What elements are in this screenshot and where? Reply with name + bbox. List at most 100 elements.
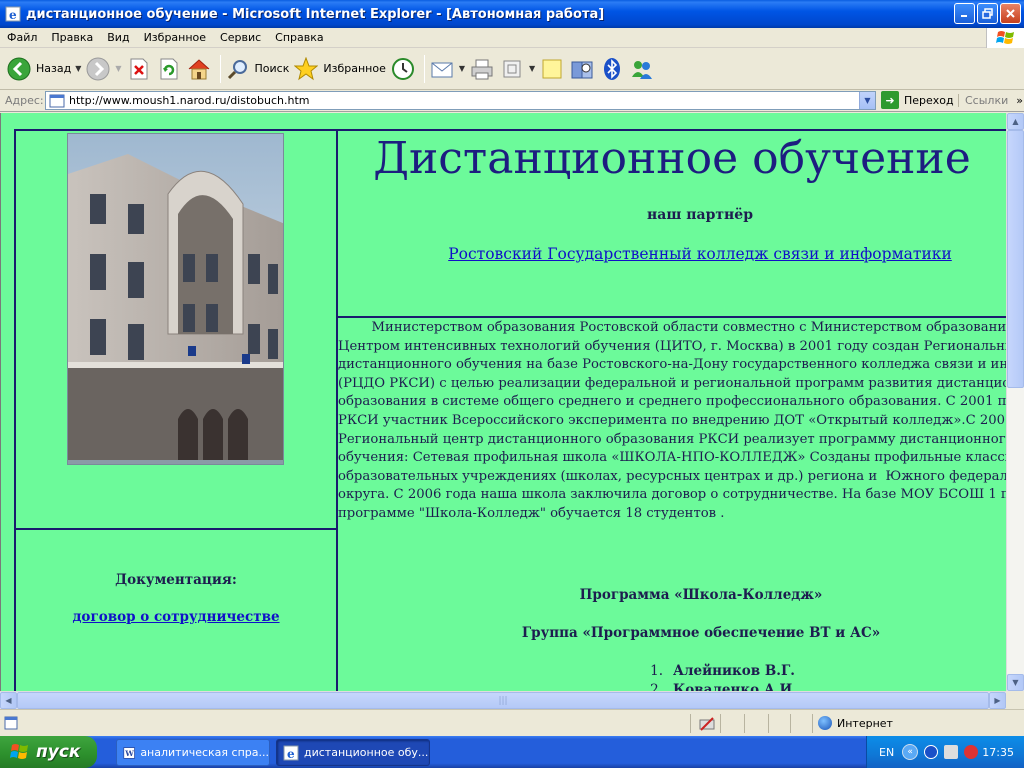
menu-tools[interactable]: Сервис xyxy=(213,31,268,44)
back-button[interactable]: Назад ▼ xyxy=(6,51,81,87)
refresh-button[interactable] xyxy=(156,51,182,87)
messenger-icon xyxy=(632,60,653,79)
menu-view[interactable]: Вид xyxy=(100,31,136,44)
body-line: (РЦДО РКСИ) с целью реализации федеральн… xyxy=(338,375,1006,391)
home-icon xyxy=(188,58,209,79)
go-button[interactable]: ➜ Переход xyxy=(881,91,954,109)
status-divider xyxy=(720,714,721,733)
body-line: округа. С 2006 года наша школа заключила… xyxy=(338,487,1006,503)
scroll-left-button[interactable]: ◀ xyxy=(0,692,17,709)
zone-label: Интернет xyxy=(837,716,893,730)
print-button[interactable] xyxy=(469,51,495,87)
favorites-button[interactable]: Избранное xyxy=(293,51,386,87)
edit-dropdown-icon[interactable]: ▼ xyxy=(529,64,535,73)
globe-icon xyxy=(818,716,832,730)
minimize-button[interactable] xyxy=(954,3,975,24)
svg-text:e: e xyxy=(9,8,17,22)
stop-button[interactable] xyxy=(126,51,152,87)
search-button[interactable]: Поиск xyxy=(225,51,290,87)
menu-file[interactable]: Файл xyxy=(0,31,44,44)
network-tray-icon[interactable] xyxy=(944,745,959,759)
mail-dropdown-icon[interactable]: ▼ xyxy=(459,64,465,73)
home-button[interactable] xyxy=(186,51,212,87)
web-page: Дистанционное обучение наш партнёр Росто… xyxy=(1,113,1006,691)
print-icon xyxy=(471,59,493,79)
close-button[interactable] xyxy=(1000,3,1021,24)
history-button[interactable] xyxy=(390,51,416,87)
research-button[interactable] xyxy=(569,51,595,87)
discuss-button[interactable] xyxy=(539,51,565,87)
vertical-scrollbar[interactable]: ▲ ▼ xyxy=(1006,113,1024,691)
go-label: Переход xyxy=(904,93,954,107)
restore-icon xyxy=(982,8,993,19)
edit-page-icon xyxy=(503,60,521,77)
mail-button[interactable]: ▼ xyxy=(429,51,465,87)
body-line: Центром интенсивных технологий обучения … xyxy=(338,338,1006,354)
svg-text:e: e xyxy=(287,747,295,761)
taskbar: пуск W аналитическая спра... e дистанцио… xyxy=(0,736,1024,768)
body-line: программе "Школа-Колледж" обучается 18 с… xyxy=(338,505,725,521)
internet-explorer-icon: e xyxy=(283,745,299,761)
status-divider xyxy=(768,714,769,733)
messenger-button[interactable] xyxy=(629,51,655,87)
address-url[interactable]: http://www.moush1.narod.ru/distobuch.htm xyxy=(69,94,309,107)
bluetooth-button[interactable] xyxy=(599,51,625,87)
horizontal-scroll-thumb[interactable]: ||| xyxy=(17,692,989,709)
search-label: Поиск xyxy=(254,62,290,75)
body-line: Региональный центр дистанционного образо… xyxy=(338,431,1006,447)
restore-button[interactable] xyxy=(977,3,998,24)
windows-flag-icon xyxy=(10,744,28,759)
student-name: Коваленко А.И. xyxy=(673,682,798,691)
history-icon xyxy=(391,57,414,80)
back-label: Назад xyxy=(36,62,72,75)
body-paragraph: Министерством образования Ростовской обл… xyxy=(338,319,1006,524)
horizontal-scrollbar[interactable]: ◀ ||| ▶ xyxy=(0,691,1006,709)
address-dropdown-icon[interactable]: ▼ xyxy=(859,92,875,109)
page-heading: Дистанционное обучение xyxy=(373,133,971,184)
offline-icon xyxy=(699,717,715,731)
forward-dropdown-icon[interactable]: ▼ xyxy=(115,64,121,73)
task-label: аналитическая спра... xyxy=(140,746,269,759)
taskbar-item-word[interactable]: W аналитическая спра... xyxy=(116,739,270,766)
agreement-link[interactable]: договор о сотрудничестве xyxy=(15,609,337,625)
mail-icon xyxy=(431,62,453,77)
tray-expand-icon[interactable]: « xyxy=(902,744,919,760)
vertical-scroll-thumb[interactable] xyxy=(1007,130,1024,388)
toolbar: Назад ▼ ▼ Поиск Избранное ▼ ▼ xyxy=(0,48,1024,90)
address-bar: Адрес: http://www.moush1.narod.ru/distob… xyxy=(0,90,1024,112)
word-document-icon: W xyxy=(123,746,135,759)
status-divider xyxy=(790,714,791,733)
security-tray-icon[interactable] xyxy=(964,745,979,759)
menu-edit[interactable]: Правка xyxy=(44,31,100,44)
start-button[interactable]: пуск xyxy=(0,736,97,768)
partner-label: наш партнёр xyxy=(647,207,753,223)
bluetooth-tray-icon[interactable] xyxy=(924,745,939,759)
language-indicator[interactable]: EN xyxy=(879,746,894,759)
edit-button[interactable]: ▼ xyxy=(499,51,535,87)
scroll-up-button[interactable]: ▲ xyxy=(1007,113,1024,130)
scroll-down-button[interactable]: ▼ xyxy=(1007,674,1024,691)
start-label: пуск xyxy=(36,742,81,762)
windows-logo-icon xyxy=(986,28,1024,48)
links-toolbar[interactable]: Ссылки » xyxy=(958,94,1023,107)
body-line: образовательных учреждениях (школах, рес… xyxy=(338,468,1006,484)
back-dropdown-icon[interactable]: ▼ xyxy=(75,64,81,73)
menu-help[interactable]: Справка xyxy=(268,31,330,44)
scroll-right-button[interactable]: ▶ xyxy=(989,692,1006,709)
refresh-icon xyxy=(160,58,178,79)
browser-viewport: Дистанционное обучение наш партнёр Росто… xyxy=(0,113,1006,691)
address-input[interactable]: http://www.moush1.narod.ru/distobuch.htm… xyxy=(45,91,876,110)
research-icon xyxy=(571,61,593,78)
internet-explorer-icon: e xyxy=(5,6,21,22)
partner-college-link[interactable]: Ростовский Государственный колледж связи… xyxy=(337,245,1006,263)
taskbar-item-ie[interactable]: e дистанционное обу... xyxy=(276,739,430,766)
chevron-right-icon[interactable]: » xyxy=(1016,94,1023,107)
title-bar: e дистанционное обучение - Microsoft Int… xyxy=(0,0,1024,28)
forward-button[interactable]: ▼ xyxy=(85,51,122,87)
menu-favorites[interactable]: Избранное xyxy=(137,31,213,44)
window-title: дистанционное обучение - Microsoft Inter… xyxy=(26,6,605,22)
search-icon xyxy=(227,59,247,79)
status-divider xyxy=(690,714,691,733)
student-name: Алейников В.Г. xyxy=(673,663,795,679)
address-label: Адрес: xyxy=(5,94,44,107)
